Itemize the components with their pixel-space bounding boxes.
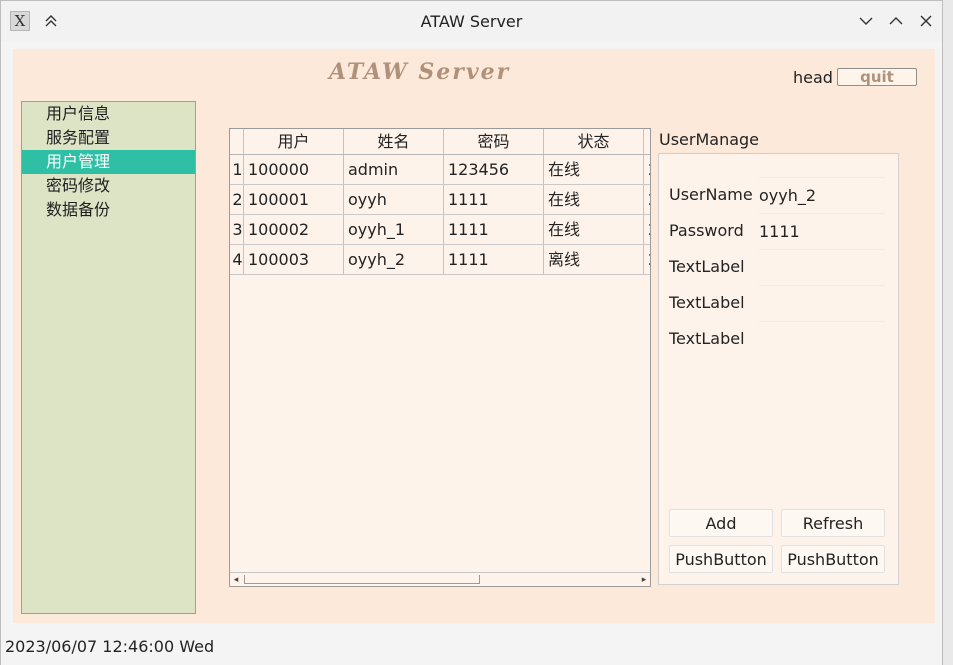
table-cell-clipped[interactable]: 2 <box>644 185 650 214</box>
row-number: 3 <box>230 215 244 244</box>
table-cell[interactable]: 在线 <box>544 215 644 244</box>
table-cell[interactable]: 100003 <box>244 245 344 274</box>
field-value: 1111 <box>759 213 885 249</box>
table-header: 用户 姓名 密码 状态 <box>230 129 650 155</box>
table-cell-clipped[interactable]: 2 <box>644 215 650 244</box>
minimize-icon[interactable] <box>855 10 877 32</box>
scroll-left-icon[interactable]: ◂ <box>230 573 242 586</box>
field-value: oyyh_2 <box>759 177 885 213</box>
table-cell[interactable]: 在线 <box>544 185 644 214</box>
quit-button[interactable]: quit <box>837 68 917 86</box>
column-header[interactable]: 密码 <box>444 129 544 154</box>
column-header-clipped <box>644 129 650 154</box>
field-label: TextLabel <box>669 329 745 348</box>
table-row[interactable]: 4 100003 oyyh_2 1111 离线 2 <box>230 245 650 275</box>
table-cell[interactable]: 1111 <box>444 185 544 214</box>
horizontal-scrollbar[interactable]: ◂ ▸ <box>230 572 650 586</box>
table-cell[interactable]: 1111 <box>444 215 544 244</box>
maximize-icon[interactable] <box>885 10 907 32</box>
user-table[interactable]: 用户 姓名 密码 状态 1 100000 admin 123456 在线 2 2… <box>229 128 651 587</box>
table-row[interactable]: 3 100002 oyyh_1 1111 在线 2 <box>230 215 650 245</box>
head-label: head <box>793 68 833 87</box>
table-cell[interactable]: oyyh <box>344 185 444 214</box>
push-button-2[interactable]: PushButton <box>781 545 885 573</box>
column-header[interactable]: 姓名 <box>344 129 444 154</box>
user-manage-panel: UserName oyyh_2 Password 1111 TextLabel … <box>658 153 899 585</box>
row-number-header <box>230 129 244 154</box>
table-cell-clipped[interactable]: 2 <box>644 245 650 274</box>
main-content: ATAW Server head quit 用户信息 服务配置 用户管理 密码修… <box>13 49 935 623</box>
field-label: TextLabel <box>669 293 745 312</box>
user-manage-title: UserManage <box>659 130 760 149</box>
app-window: X ATAW Server ATAW Server head quit 用户信息… <box>0 0 943 665</box>
row-number: 4 <box>230 245 244 274</box>
banner-title: ATAW Server <box>329 59 511 85</box>
field-password: Password 1111 <box>669 213 885 249</box>
sidebar-item-data-backup[interactable]: 数据备份 <box>22 198 195 222</box>
field-textlabel-2: TextLabel <box>669 285 885 321</box>
push-button-1[interactable]: PushButton <box>669 545 773 573</box>
sidebar-item-user-info[interactable]: 用户信息 <box>22 102 195 126</box>
table-cell[interactable]: 在线 <box>544 155 644 184</box>
status-bar: 2023/06/07 12:46:00 Wed <box>1 629 942 665</box>
table-cell[interactable]: oyyh_1 <box>344 215 444 244</box>
table-cell[interactable]: oyyh_2 <box>344 245 444 274</box>
field-label: TextLabel <box>669 257 745 276</box>
field-textlabel-1: TextLabel <box>669 249 885 285</box>
table-cell[interactable]: 100001 <box>244 185 344 214</box>
table-cell[interactable]: 123456 <box>444 155 544 184</box>
table-cell[interactable]: 100000 <box>244 155 344 184</box>
sidebar-item-user-manage[interactable]: 用户管理 <box>22 150 195 174</box>
table-row[interactable]: 2 100001 oyyh 1111 在线 2 <box>230 185 650 215</box>
table-cell[interactable]: 1111 <box>444 245 544 274</box>
scrollbar-thumb[interactable] <box>244 575 480 584</box>
add-button[interactable]: Add <box>669 509 773 537</box>
table-cell[interactable]: admin <box>344 155 444 184</box>
field-label: Password <box>669 221 744 240</box>
field-value <box>759 285 885 321</box>
table-cell[interactable]: 100002 <box>244 215 344 244</box>
field-label: UserName <box>669 185 753 204</box>
table-row[interactable]: 1 100000 admin 123456 在线 2 <box>230 155 650 185</box>
status-datetime: 2023/06/07 12:46:00 Wed <box>5 637 215 656</box>
close-icon[interactable] <box>915 10 937 32</box>
sidebar-nav: 用户信息 服务配置 用户管理 密码修改 数据备份 <box>21 101 196 614</box>
row-number: 2 <box>230 185 244 214</box>
column-header[interactable]: 用户 <box>244 129 344 154</box>
field-username: UserName oyyh_2 <box>669 177 885 213</box>
sidebar-item-service-config[interactable]: 服务配置 <box>22 126 195 150</box>
field-value <box>759 249 885 285</box>
window-title: ATAW Server <box>420 12 523 31</box>
title-bar[interactable]: X ATAW Server <box>1 1 942 41</box>
field-textlabel-3: TextLabel <box>669 321 885 357</box>
field-value <box>759 321 885 357</box>
table-cell[interactable]: 离线 <box>544 245 644 274</box>
column-header[interactable]: 状态 <box>544 129 644 154</box>
refresh-button[interactable]: Refresh <box>781 509 885 537</box>
table-cell-clipped[interactable]: 2 <box>644 155 650 184</box>
scroll-right-icon[interactable]: ▸ <box>638 573 650 586</box>
sidebar-item-password-change[interactable]: 密码修改 <box>22 174 195 198</box>
row-number: 1 <box>230 155 244 184</box>
